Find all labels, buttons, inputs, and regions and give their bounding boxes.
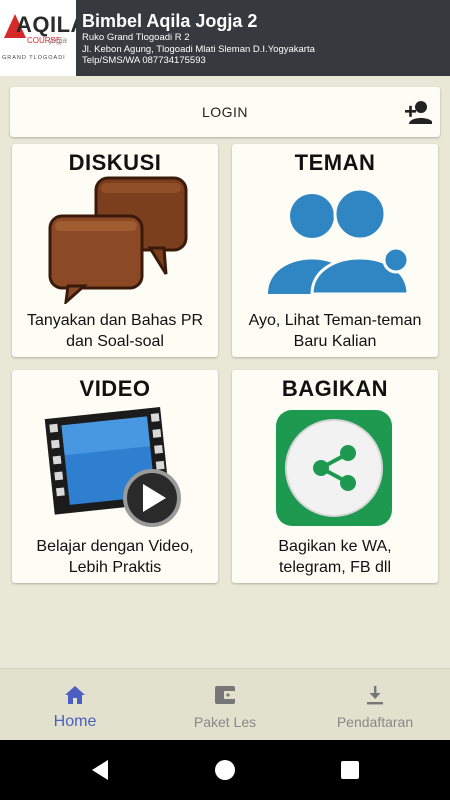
card-desc-line-1: Bagikan ke WA,	[278, 538, 392, 555]
share-icon	[276, 410, 392, 526]
header-address-2: Jl. Kebon Agung, Tlogoadi Mlati Sleman D…	[82, 43, 315, 55]
card-title: BAGIKAN	[281, 376, 389, 401]
login-label: LOGIN	[201, 104, 249, 120]
home-button-icon[interactable]	[213, 758, 237, 782]
logo-branch: GRAND TLOGOADI	[2, 55, 66, 61]
card-description: Tanyakan dan Bahas PR dan Soal-soal	[16, 310, 214, 352]
card-desc-line-1: Belajar dengan Video,	[36, 538, 194, 555]
card-desc-line-2: dan Soal-soal	[66, 333, 164, 350]
nav-home-label: Home	[53, 713, 97, 730]
nav-pendaftaran[interactable]: Pendaftaran	[300, 669, 450, 741]
card-video[interactable]: VIDEO Belajar dengan Video, Lebih Prakti…	[12, 370, 218, 583]
header-phone: Telp/SMS/WA 087734175593	[82, 55, 206, 66]
recents-icon[interactable]	[338, 758, 362, 782]
header-title: Bimbel Aqila Jogja 2	[82, 11, 258, 31]
chat-bubbles-icon	[48, 176, 188, 304]
nav-home[interactable]: Home	[0, 669, 150, 741]
card-desc-line-2: Lebih Praktis	[68, 559, 162, 576]
card-title: VIDEO	[79, 376, 151, 401]
header-info: Bimbel Aqila Jogja 2 Ruko Grand Tlogoadi…	[76, 0, 315, 76]
card-description: Bagikan ke WA, telegram, FB dll	[236, 536, 434, 578]
nav-pendaftaran-label: Pendaftaran	[336, 714, 414, 730]
aqila-logo: AQILA COURSE jogja GRAND TLOGOADI	[0, 0, 76, 76]
home-icon	[65, 686, 85, 704]
film-play-icon	[44, 406, 181, 527]
card-bagikan[interactable]: BAGIKAN Bagikan ke WA, telegram, FB dll	[232, 370, 438, 583]
friends-icon	[268, 187, 410, 296]
card-title: DISKUSI	[68, 150, 162, 175]
card-desc-line-1: Ayo, Lihat Teman-teman	[248, 312, 422, 329]
app-header: AQILA COURSE jogja GRAND TLOGOADI Bimbel…	[0, 0, 450, 76]
card-desc-line-1: Tanyakan dan Bahas PR	[26, 312, 204, 329]
card-teman[interactable]: TEMAN Ayo, Lihat Teman-teman Baru Kalian	[232, 144, 438, 357]
card-diskusi[interactable]: DISKUSI Tanyakan dan Bahas PR dan Soal-s…	[12, 144, 218, 357]
card-description: Ayo, Lihat Teman-teman Baru Kalian	[236, 310, 434, 352]
person-add-icon[interactable]	[404, 99, 432, 125]
back-icon[interactable]	[88, 758, 112, 782]
wallet-icon	[215, 686, 235, 704]
bottom-navigation: Home Paket Les Pendaftaran	[0, 668, 450, 740]
card-desc-line-2: telegram, FB dll	[278, 559, 392, 576]
logo-text: AQILA	[16, 12, 76, 37]
system-navigation-bar	[0, 740, 450, 800]
card-description: Belajar dengan Video, Lebih Praktis	[16, 536, 214, 578]
login-button[interactable]: LOGIN	[10, 87, 440, 137]
header-address-1: Ruko Grand Tlogoadi R 2	[82, 32, 190, 43]
nav-paket-les-label: Paket Les	[193, 714, 257, 730]
card-title: TEMAN	[294, 150, 376, 175]
nav-paket-les[interactable]: Paket Les	[150, 669, 300, 741]
logo-city: jogja	[50, 36, 67, 45]
card-desc-line-2: Baru Kalian	[293, 333, 377, 350]
download-icon	[367, 686, 383, 705]
